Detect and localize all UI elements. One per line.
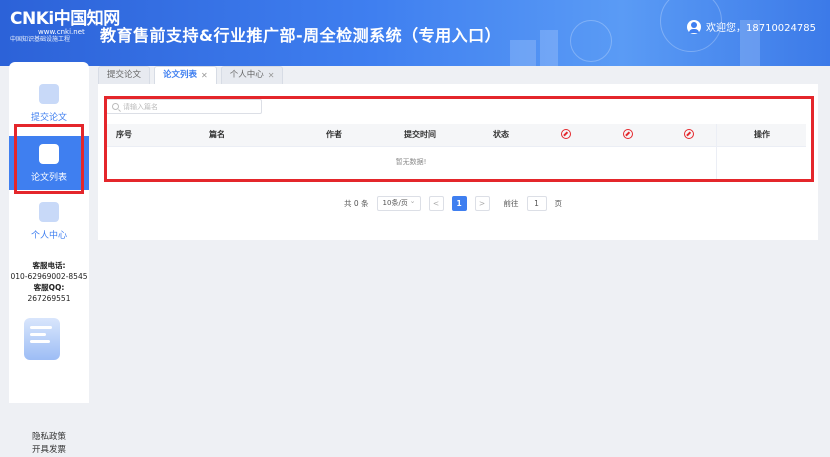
sidebar-item-label: 个人中心 [30,231,67,241]
upload-icon [39,84,59,104]
contact-info: 客服电话: 010-62969002-8545 客服QQ: 267269551 [9,260,89,304]
document-illustration-icon [24,318,60,360]
next-page-button[interactable]: > [474,196,490,211]
top-header: CNKi中国知网 www.cnki.net 中国知识基础设施工程 教育售前支持&… [0,0,830,66]
pagination: 共 0 条 10条/页 < 1 > 前往 1 页 [344,195,563,211]
close-icon[interactable]: ✕ [201,67,208,84]
tab-submit[interactable]: 提交论文 [98,66,151,84]
tab-bar: 提交论文 论文列表 ✕ 个人中心 ✕ [98,66,284,84]
sidebar-item-profile[interactable]: 个人中心 [9,202,89,241]
header-deco-building [510,40,536,66]
header-deco-circle [570,20,612,62]
page-number-button[interactable]: 1 [451,196,467,211]
user-icon [39,202,59,222]
illus-line [30,333,46,336]
tab-label: 论文列表 [163,70,198,80]
tab-label: 提交论文 [107,70,142,80]
table-highlight-box [104,96,814,182]
qq-label: 客服QQ: [33,283,65,292]
illus-line [30,340,50,343]
user-greeting: 欢迎您，18710024785 [706,23,816,34]
tab-profile[interactable]: 个人中心 ✕ [220,66,284,84]
goto-label: 前往 [503,199,519,208]
illus-line [30,326,52,329]
sidebar-highlight-box [14,124,84,194]
privacy-policy-link[interactable]: 隐私政策 [9,431,89,444]
page-title: 教育售前支持&行业推广部-周全检测系统（专用入口） [100,26,502,45]
sidebar-item-label: 提交论文 [30,113,67,123]
sidebar-item-submit[interactable]: 提交论文 [9,84,89,123]
total-count: 共 0 条 [344,199,369,208]
phone-label: 客服电话: [32,261,66,270]
tab-label: 个人中心 [229,70,264,80]
header-deco-building [540,30,558,66]
qq-number: 267269551 [27,294,71,303]
invoice-link[interactable]: 开具发票 [9,444,89,457]
phone-number: 010-62969002-8545 [10,272,88,281]
prev-page-button[interactable]: < [428,196,444,211]
user-menu[interactable]: 欢迎您，18710024785 [687,19,816,34]
close-icon[interactable]: ✕ [268,67,275,84]
goto-page-input[interactable]: 1 [526,196,547,211]
user-avatar-icon [687,19,701,34]
page-size-select[interactable]: 10条/页 [376,195,421,211]
footer-links: 隐私政策 开具发票 [9,431,89,457]
tab-paper-list[interactable]: 论文列表 ✕ [154,66,217,84]
page-unit-label: 页 [554,199,563,208]
